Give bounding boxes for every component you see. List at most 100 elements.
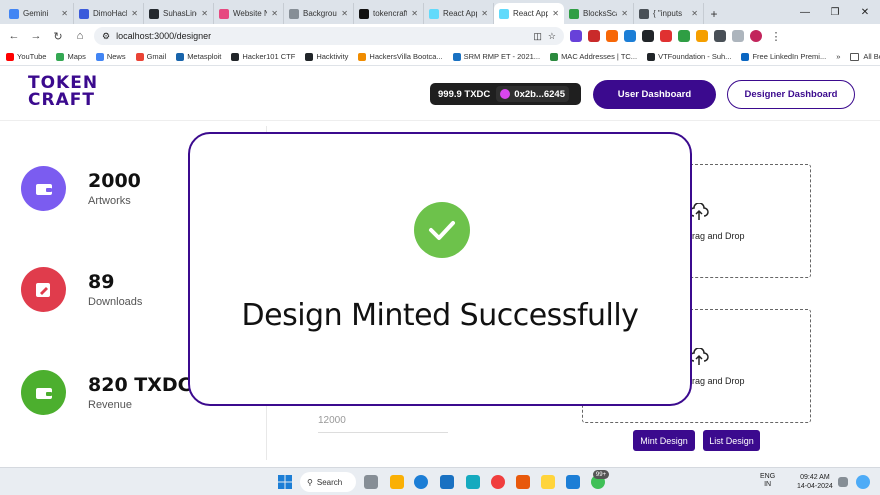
bookmark-item[interactable]: SRM RMP ET - 2021...: [452, 52, 540, 61]
bookmark-item[interactable]: Free LinkedIn Premi...: [741, 52, 826, 61]
minimize-icon[interactable]: —: [790, 0, 820, 24]
tab-favicon-icon: [149, 8, 159, 19]
designer-dashboard-button[interactable]: Designer Dashboard: [727, 80, 855, 109]
extension-icon[interactable]: [696, 30, 708, 42]
tab-close-icon[interactable]: ✕: [621, 9, 628, 18]
tab-favicon-icon: [289, 8, 299, 19]
profile-avatar[interactable]: [750, 30, 762, 42]
tab-close-icon[interactable]: ✕: [271, 9, 278, 18]
bookmark-item[interactable]: Hacktivity: [305, 52, 348, 61]
close-window-icon[interactable]: ✕: [850, 0, 880, 24]
extension-icon[interactable]: [660, 30, 672, 42]
back-icon[interactable]: ←: [6, 28, 22, 44]
site-info-icon[interactable]: ⚙: [102, 31, 110, 42]
user-dashboard-button[interactable]: User Dashboard: [593, 80, 716, 109]
chrome-icon[interactable]: [491, 475, 505, 489]
bookmark-label: Metasploit: [187, 52, 222, 61]
all-bookmarks[interactable]: All Bookmarks: [850, 52, 880, 61]
bookmark-label: Hacktivity: [316, 52, 349, 61]
success-check-icon: [414, 202, 470, 258]
system-tray: ENG IN: [760, 473, 775, 489]
notification-badge: 99+: [593, 470, 609, 479]
tab-close-icon[interactable]: ✕: [411, 9, 418, 18]
task-view-icon[interactable]: [364, 475, 378, 489]
notification-icon[interactable]: [838, 477, 848, 487]
extensions-puzzle-icon[interactable]: [732, 30, 744, 42]
bookmark-label: Maps: [67, 52, 86, 61]
mint-design-button[interactable]: Mint Design: [633, 430, 695, 451]
store-icon[interactable]: [440, 475, 454, 489]
tab-favicon-icon: [499, 8, 509, 19]
bookmark-item[interactable]: HackersVilla Bootca...: [358, 52, 443, 61]
vscode-icon[interactable]: [566, 475, 580, 489]
extension-icon[interactable]: [624, 30, 636, 42]
taskbar-clock[interactable]: 09:42 AM 14-04-2024: [797, 473, 833, 491]
install-icon[interactable]: ◫: [533, 31, 542, 42]
windows-start-icon[interactable]: [278, 475, 292, 489]
tab-label: Backgrou: [303, 9, 337, 18]
tab-close-icon[interactable]: ✕: [481, 9, 488, 18]
address-bar[interactable]: ⚙ localhost:3000/designer ◫ ☆: [94, 27, 564, 45]
taskbar-search[interactable]: ⚲ Search: [300, 472, 356, 492]
wallet-coin-icon: [500, 89, 511, 99]
list-design-button[interactable]: List Design: [703, 430, 760, 451]
bookmark-item[interactable]: Gmail: [135, 52, 166, 61]
price-input[interactable]: 12000: [318, 415, 448, 433]
browser-tab[interactable]: { "inputs ✕: [634, 3, 704, 24]
app-icon[interactable]: [466, 475, 480, 489]
reload-icon[interactable]: ↻: [50, 28, 66, 44]
bookmark-favicon-icon: [95, 52, 104, 61]
home-icon[interactable]: ⌂: [72, 28, 88, 44]
browser-tab[interactable]: BlocksSca ✕: [564, 3, 634, 24]
extension-icon[interactable]: [588, 30, 600, 42]
wallet-widget[interactable]: 999.9 TXDC 0x2b...6245: [430, 83, 581, 105]
metamask-icon[interactable]: [606, 30, 618, 42]
browser-tab[interactable]: tokencraft ✕: [354, 3, 424, 24]
file-explorer-icon[interactable]: [390, 475, 404, 489]
browser-tab[interactable]: Backgrou ✕: [284, 3, 354, 24]
language-indicator[interactable]: ENG IN: [760, 473, 775, 489]
bookmark-item[interactable]: News: [95, 52, 126, 61]
bookmark-item[interactable]: Hacker101 CTF: [231, 52, 295, 61]
browser-tab[interactable]: SuhasLing ✕: [144, 3, 214, 24]
tokencraft-logo[interactable]: TOKEN CRAFT: [28, 75, 104, 109]
tab-close-icon[interactable]: ✕: [552, 9, 559, 18]
bookmark-item[interactable]: Metasploit: [176, 52, 221, 61]
tab-label: React App: [513, 9, 549, 18]
wallet-address[interactable]: 0x2b...6245: [496, 86, 569, 102]
window-controls: — ❐ ✕: [790, 0, 880, 24]
extension-icon[interactable]: [678, 30, 690, 42]
browser-tab[interactable]: Website N ✕: [214, 3, 284, 24]
new-tab-icon[interactable]: +: [704, 3, 724, 24]
tab-favicon-icon: [219, 8, 229, 19]
tab-label: Website N: [233, 9, 268, 18]
tab-close-icon[interactable]: ✕: [131, 9, 138, 18]
forward-icon[interactable]: →: [28, 28, 44, 44]
browser-tab[interactable]: DimoHack ✕: [74, 3, 144, 24]
tab-close-icon[interactable]: ✕: [201, 9, 208, 18]
bookmark-item[interactable]: VTFoundation - Suh...: [647, 52, 731, 61]
bookmark-favicon-icon: [6, 52, 14, 61]
edge-icon[interactable]: [414, 475, 428, 489]
browser-tab[interactable]: React App ✕: [424, 3, 494, 24]
tab-close-icon[interactable]: ✕: [341, 9, 348, 18]
browser-tab[interactable]: React App ✕: [494, 3, 564, 24]
extension-icon[interactable]: [570, 30, 582, 42]
bookmark-favicon-icon: [358, 52, 367, 61]
browser-menu-icon[interactable]: ⋮: [768, 28, 784, 44]
extension-icon[interactable]: [642, 30, 654, 42]
extension-icon[interactable]: [714, 30, 726, 42]
bookmark-item[interactable]: Maps: [56, 52, 86, 61]
tab-close-icon[interactable]: ✕: [691, 9, 698, 18]
copilot-icon[interactable]: [856, 475, 870, 489]
bookmarks-overflow-icon[interactable]: »: [836, 52, 840, 61]
bookmark-item[interactable]: YouTube: [6, 52, 46, 61]
bookmark-label: VTFoundation - Suh...: [658, 52, 732, 61]
app-icon[interactable]: [541, 475, 555, 489]
restore-icon[interactable]: ❐: [820, 0, 850, 24]
bookmark-star-icon[interactable]: ☆: [548, 31, 556, 42]
brave-icon[interactable]: [516, 475, 530, 489]
browser-tab[interactable]: Gemini ✕: [4, 3, 74, 24]
tab-close-icon[interactable]: ✕: [61, 9, 68, 18]
bookmark-item[interactable]: MAC Addresses | TC...: [550, 52, 637, 61]
